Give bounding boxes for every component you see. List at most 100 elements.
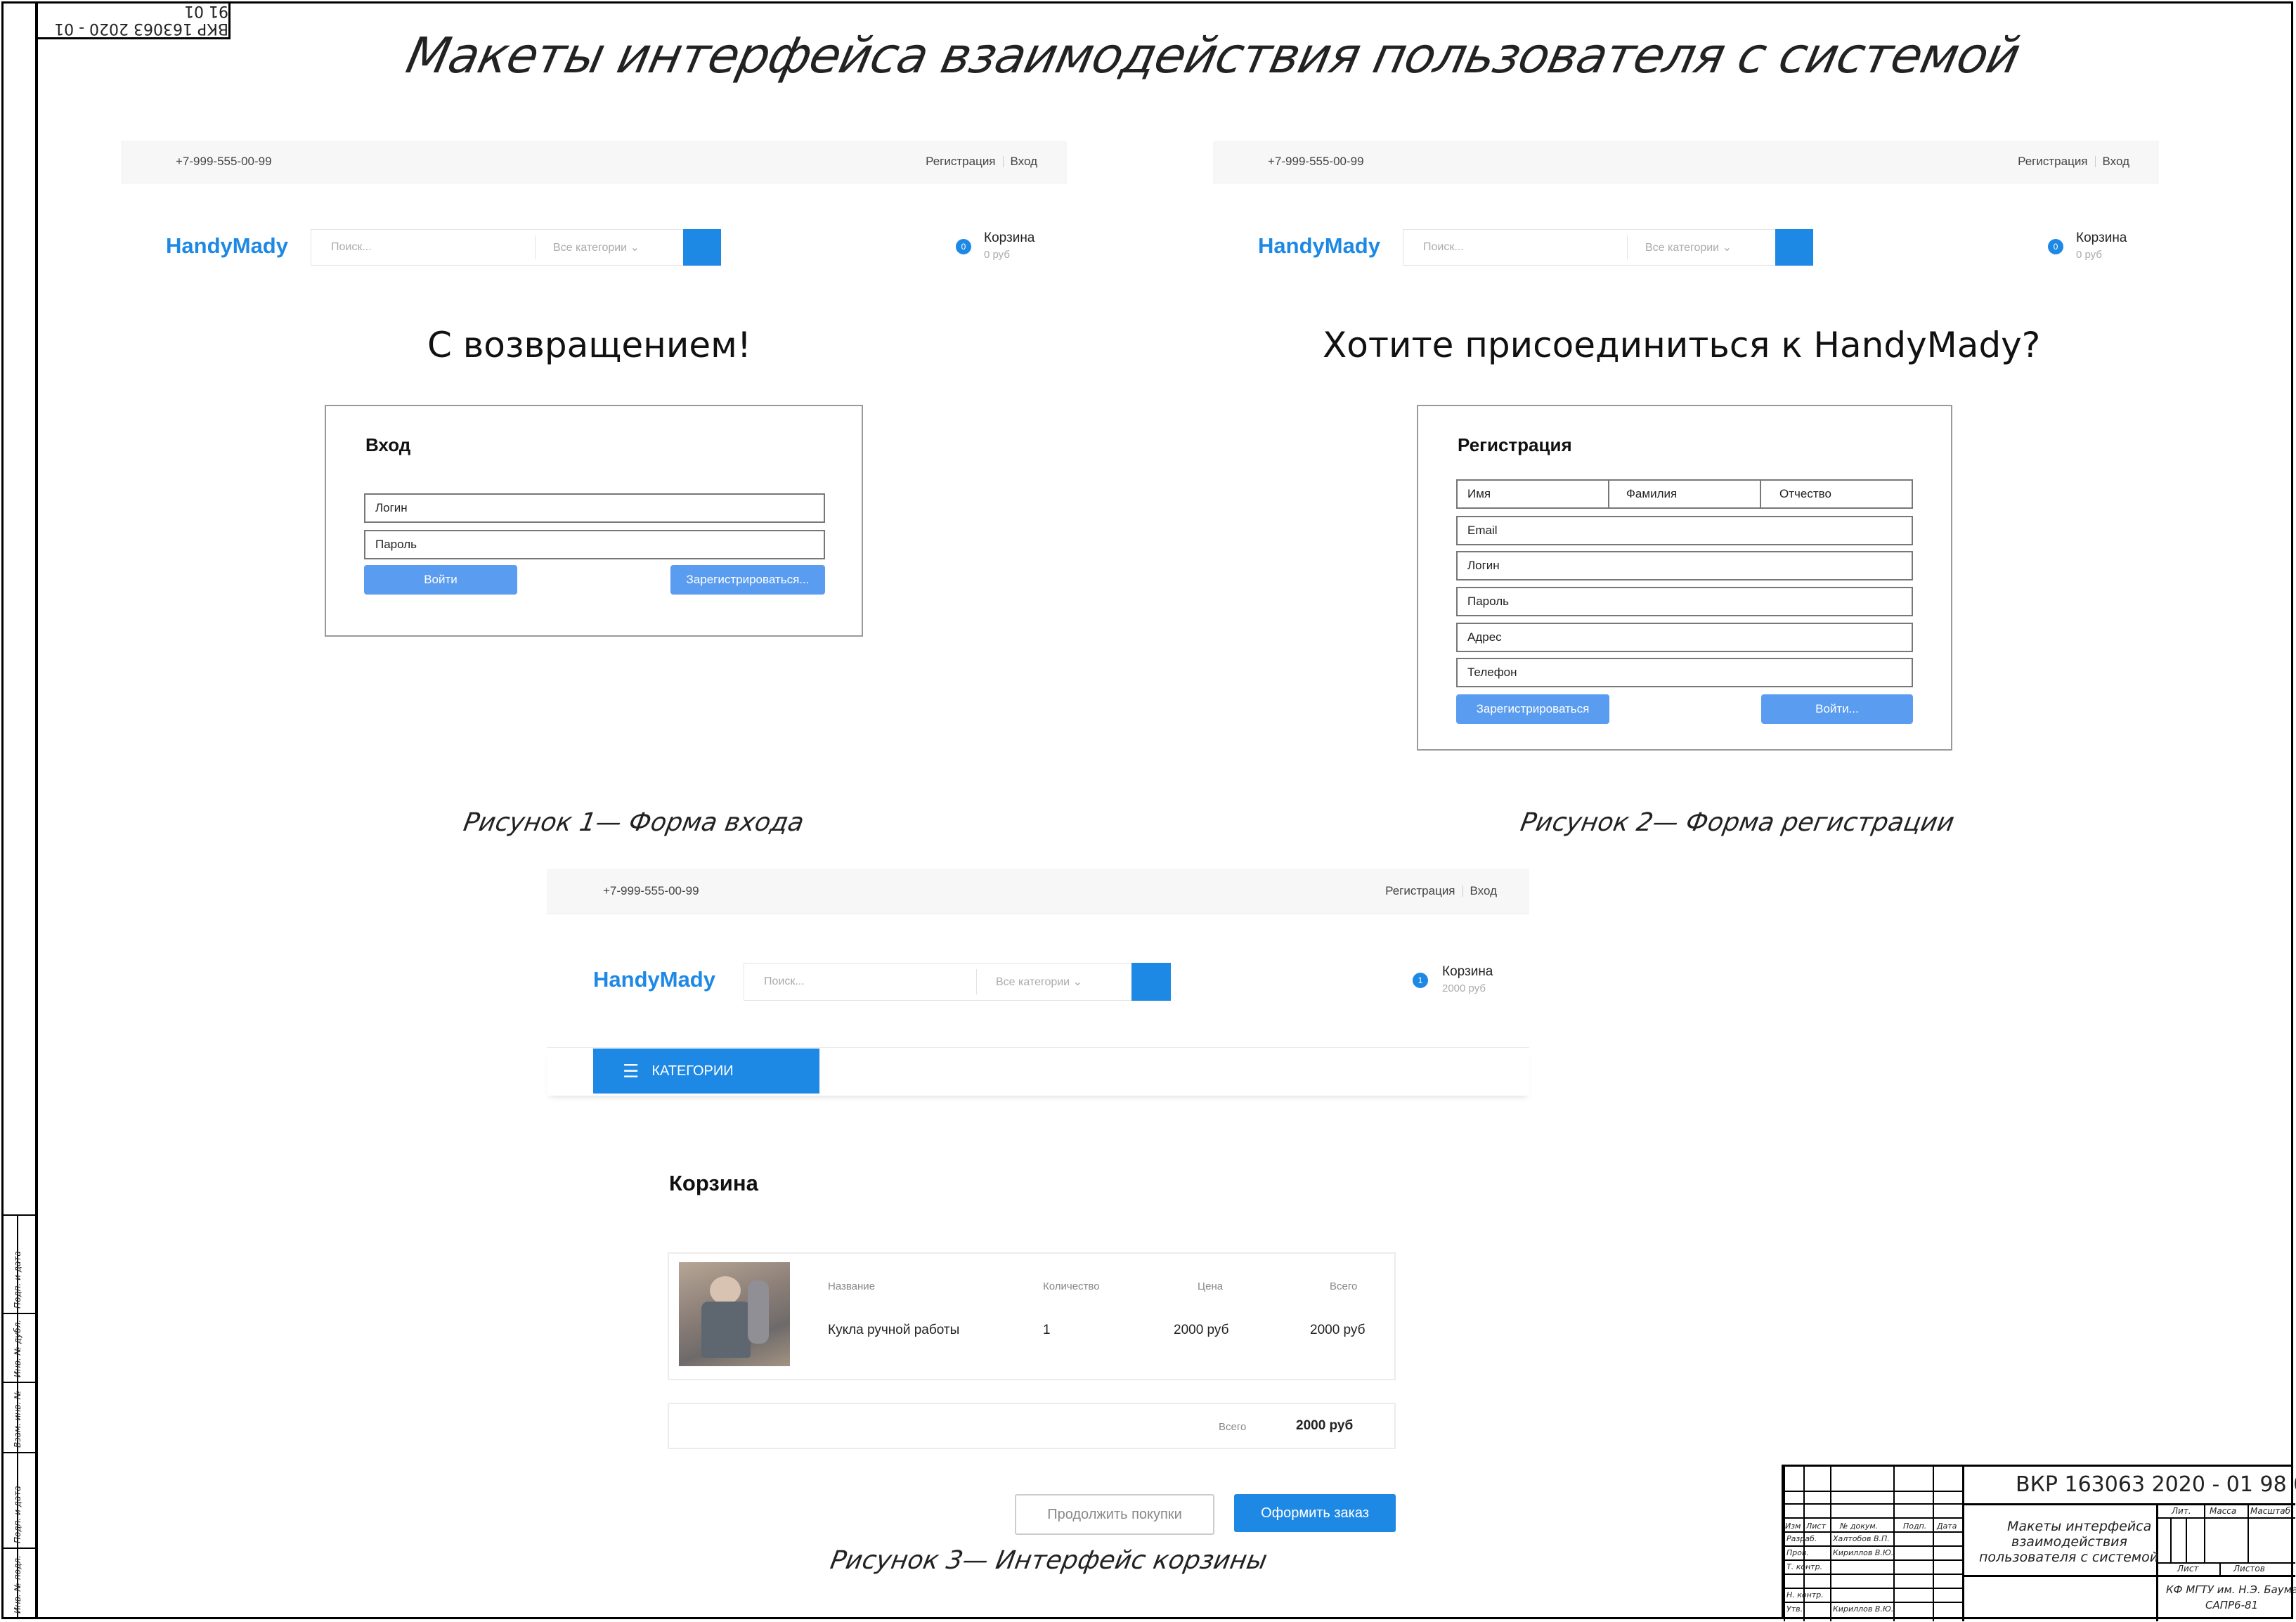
checkout-button[interactable]: Оформить заказ — [1234, 1494, 1396, 1532]
sheets-label: Листов — [2233, 1564, 2265, 1574]
registration-form: Регистрация Имя Фамилия Отчество Email Л… — [1417, 405, 1952, 751]
page-heading: Хотите присоединиться к HandyMady? — [1323, 325, 2041, 365]
phone-number: +7-999-555-00-99 — [176, 155, 272, 168]
address-field[interactable]: Адрес — [1456, 623, 1913, 652]
side-strip: Подп. и дата Инв. № дубл. Взам. инв. № П… — [1, 1214, 37, 1618]
person-name: Кириллов В.Ю. — [1833, 1604, 1894, 1614]
search-input[interactable]: Поиск... — [764, 975, 805, 988]
product-image[interactable] — [679, 1262, 790, 1366]
cart-count-badge: 0 — [2048, 239, 2063, 254]
login-link[interactable]: Вход — [2103, 155, 2129, 169]
grid-line — [2219, 1562, 2221, 1576]
cart-link[interactable]: Корзина — [1442, 964, 1493, 980]
register-link[interactable]: Регистрация — [2018, 155, 2087, 169]
login-button[interactable]: Войти... — [1761, 694, 1913, 724]
side-cell-label: Подп. и дата — [13, 1486, 22, 1543]
grid-line — [1830, 1467, 1831, 1621]
grid-line — [1933, 1467, 1934, 1621]
cart-mockup: +7-999-555-00-99 Регистрация Вход HandyM… — [547, 869, 1529, 1543]
grid-line — [2248, 1503, 2249, 1562]
search-button[interactable] — [1775, 229, 1813, 266]
register-button[interactable]: Зарегистрироваться... — [670, 565, 825, 595]
search-button[interactable] — [1131, 963, 1171, 1001]
item-price: 2000 руб — [1174, 1323, 1229, 1337]
password-field[interactable]: Пароль — [364, 530, 825, 559]
logo[interactable]: HandyMady — [593, 967, 715, 992]
category-select[interactable]: Все категории ⌄ — [996, 975, 1082, 989]
column-header-price: Цена — [1198, 1280, 1224, 1292]
login-field[interactable]: Логин — [364, 493, 825, 523]
group-code: САПР6-81 — [2205, 1599, 2259, 1611]
grid-line — [1784, 1517, 1962, 1519]
phone-field[interactable]: Телефон — [1456, 658, 1913, 687]
form-title: Регистрация — [1458, 434, 1572, 455]
column-header-total: Всего — [1330, 1280, 1358, 1292]
role-label: Разраб. — [1786, 1534, 1817, 1543]
side-cell: Инв. № подл. — [1, 1548, 35, 1618]
categories-button[interactable]: ☰ КАТЕГОРИИ — [593, 1049, 819, 1094]
login-button[interactable]: Войти — [364, 565, 517, 595]
category-select[interactable]: Все категории ⌄ — [1645, 240, 1732, 254]
login-field[interactable]: Логин — [1456, 551, 1913, 580]
total-value: 2000 руб — [1296, 1418, 1354, 1433]
registration-mockup: +7-999-555-00-99 Регистрация Вход HandyM… — [1213, 141, 2159, 773]
grid-line — [1784, 1467, 1785, 1621]
cart-count-badge: 0 — [956, 239, 971, 254]
email-field[interactable]: Email — [1456, 516, 1913, 545]
topbar-links: Регистрация Вход — [1385, 884, 1497, 898]
logo[interactable]: HandyMady — [1258, 233, 1380, 259]
logo[interactable]: HandyMady — [166, 233, 288, 259]
grid-line — [1784, 1491, 1962, 1492]
search-input[interactable]: Поиск... — [1423, 241, 1464, 254]
person-name: Кириллов В.Ю. — [1833, 1548, 1894, 1557]
grid-line — [1893, 1467, 1895, 1621]
topbar: +7-999-555-00-99 Регистрация Вход — [547, 869, 1529, 914]
side-cell: Подп. и дата — [1, 1452, 35, 1548]
search-input[interactable]: Поиск... — [331, 241, 372, 254]
topbar-links: Регистрация Вход — [926, 155, 1037, 169]
divider — [1627, 235, 1628, 259]
phone-number: +7-999-555-00-99 — [603, 884, 699, 897]
column-header-name: Название — [828, 1280, 876, 1292]
document-title-line-1: Макеты интерфейса — [2007, 1519, 2152, 1534]
continue-shopping-button[interactable]: Продолжить покупки — [1015, 1494, 1214, 1535]
search-bar: Поиск... Все категории ⌄ — [311, 229, 721, 266]
grid-line — [1962, 1575, 2295, 1577]
register-button[interactable]: Зарегистрироваться — [1456, 694, 1609, 724]
login-link[interactable]: Вход — [1470, 884, 1497, 898]
document-code: ВКР 163063 2020 - 01 98 01 — [2016, 1472, 2296, 1497]
divider — [1002, 156, 1004, 167]
grid-line — [1962, 1503, 2295, 1505]
topbar: +7-999-555-00-99 Регистрация Вход — [1213, 141, 2159, 183]
search-bar: Поиск... Все категории ⌄ — [1403, 229, 1813, 266]
figure-caption-3: Рисунок 3— Интерфейс корзины — [828, 1546, 1270, 1575]
password-field[interactable]: Пароль — [1456, 587, 1913, 616]
patronymic-field[interactable]: Отчество — [1760, 479, 1913, 509]
mass-label: Масса — [2210, 1506, 2237, 1516]
column-label: Лист — [1806, 1522, 1826, 1531]
first-name-field[interactable]: Имя — [1456, 479, 1609, 509]
category-select[interactable]: Все категории ⌄ — [553, 240, 640, 254]
grid-line — [1962, 1467, 1964, 1621]
divider — [976, 969, 977, 994]
topbar: +7-999-555-00-99 Регистрация Вход — [121, 141, 1067, 183]
figure-caption-1: Рисунок 1— Форма входа — [461, 808, 806, 837]
last-name-field[interactable]: Фамилия — [1608, 479, 1761, 509]
register-link[interactable]: Регистрация — [926, 155, 995, 169]
grid-line — [2170, 1517, 2172, 1562]
divider — [1462, 885, 1463, 897]
cart-link[interactable]: Корзина — [2076, 231, 2127, 246]
item-name[interactable]: Кукла ручной работы — [828, 1323, 959, 1338]
grid-line — [2156, 1517, 2295, 1519]
side-cell-label: Инв. № дубл. — [13, 1319, 22, 1377]
cart-sum: 0 руб — [2076, 249, 2102, 261]
register-link[interactable]: Регистрация — [1385, 884, 1455, 898]
page-heading: С возвращением! — [427, 325, 751, 365]
organization: КФ МГТУ им. Н.Э. Баумана — [2166, 1583, 2296, 1596]
total-label: Всего — [1219, 1421, 1247, 1433]
cart-link[interactable]: Корзина — [984, 231, 1035, 246]
login-link[interactable]: Вход — [1011, 155, 1037, 169]
search-button[interactable] — [683, 229, 721, 266]
person-name: Халтобов В.П. — [1833, 1534, 1890, 1543]
cart-item-card: Название Количество Цена Всего Кукла руч… — [668, 1252, 1396, 1380]
